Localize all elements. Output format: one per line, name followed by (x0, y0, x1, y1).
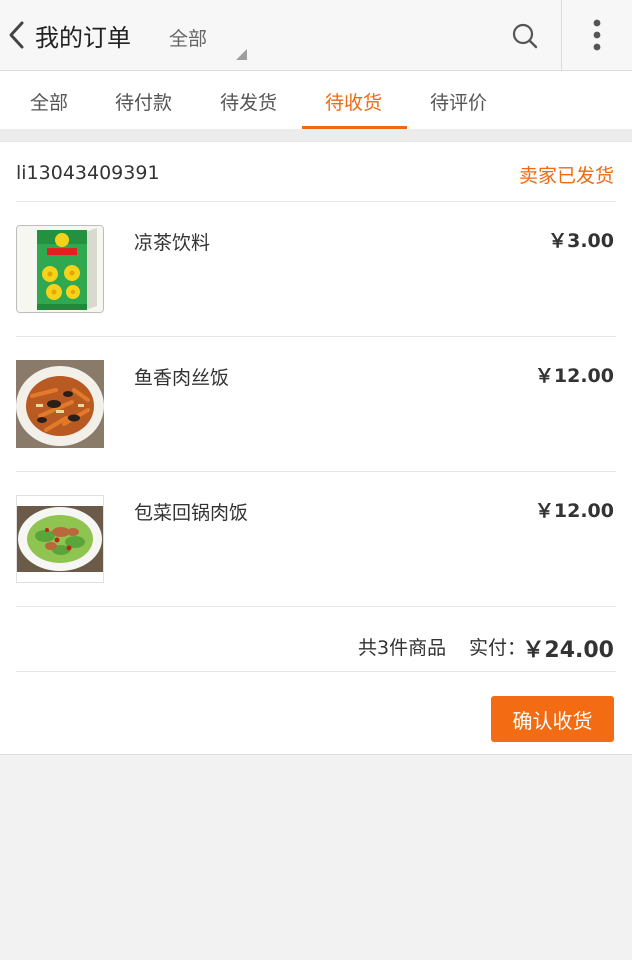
order-filter-dropdown[interactable]: 全部 (169, 24, 207, 51)
paid-label: 实付： (469, 637, 527, 659)
chevron-left-icon (9, 21, 24, 49)
item-price: ￥3.00 (548, 230, 614, 252)
search-icon (512, 23, 538, 49)
item-count: 共3件商品 (358, 637, 447, 659)
tab-pending-receipt[interactable]: 待收货 (325, 88, 382, 115)
page-title: 我的订单 (35, 24, 131, 52)
order-status-tabs: 全部 待付款 待发货 待收货 待评价 (0, 71, 632, 129)
order-status: 卖家已发货 (518, 165, 614, 187)
item-name: 包菜回锅肉饭 (134, 502, 249, 524)
toolbar-divider (561, 0, 562, 70)
product-image-cabbage-pork[interactable] (16, 495, 104, 583)
seller-name[interactable]: li13043409391 (16, 162, 160, 184)
tab-pending-review[interactable]: 待评价 (430, 88, 487, 115)
confirm-receipt-button[interactable]: 确认收货 (491, 696, 614, 742)
divider (16, 671, 616, 672)
item-name: 凉茶饮料 (134, 232, 211, 254)
back-button[interactable] (6, 20, 30, 50)
top-bar: 我的订单 全部 (0, 0, 632, 71)
product-image-fish-flavored-pork[interactable] (16, 360, 104, 448)
section-gap (0, 129, 632, 141)
dropdown-triangle-icon (236, 49, 247, 60)
search-button[interactable] (510, 21, 540, 51)
item-price: ￥12.00 (534, 500, 614, 522)
order-card: li13043409391 卖家已发货 凉茶饮料 ￥3.00 鱼香肉丝饭 ￥12… (0, 141, 632, 755)
tab-pending-payment[interactable]: 待付款 (115, 88, 172, 115)
more-vertical-icon (593, 19, 601, 51)
product-image-herbal-tea[interactable] (16, 225, 104, 313)
item-name: 鱼香肉丝饭 (134, 367, 230, 389)
order-item[interactable]: 包菜回锅肉饭 ￥12.00 (0, 472, 632, 607)
item-price: ￥12.00 (534, 365, 614, 387)
more-options-button[interactable] (584, 18, 610, 52)
divider (16, 606, 616, 607)
tab-all[interactable]: 全部 (30, 88, 68, 115)
tab-pending-shipment[interactable]: 待发货 (220, 88, 277, 115)
order-total: ￥24.00 (522, 638, 614, 663)
order-item[interactable]: 鱼香肉丝饭 ￥12.00 (0, 337, 632, 472)
order-item[interactable]: 凉茶饮料 ￥3.00 (0, 202, 632, 337)
